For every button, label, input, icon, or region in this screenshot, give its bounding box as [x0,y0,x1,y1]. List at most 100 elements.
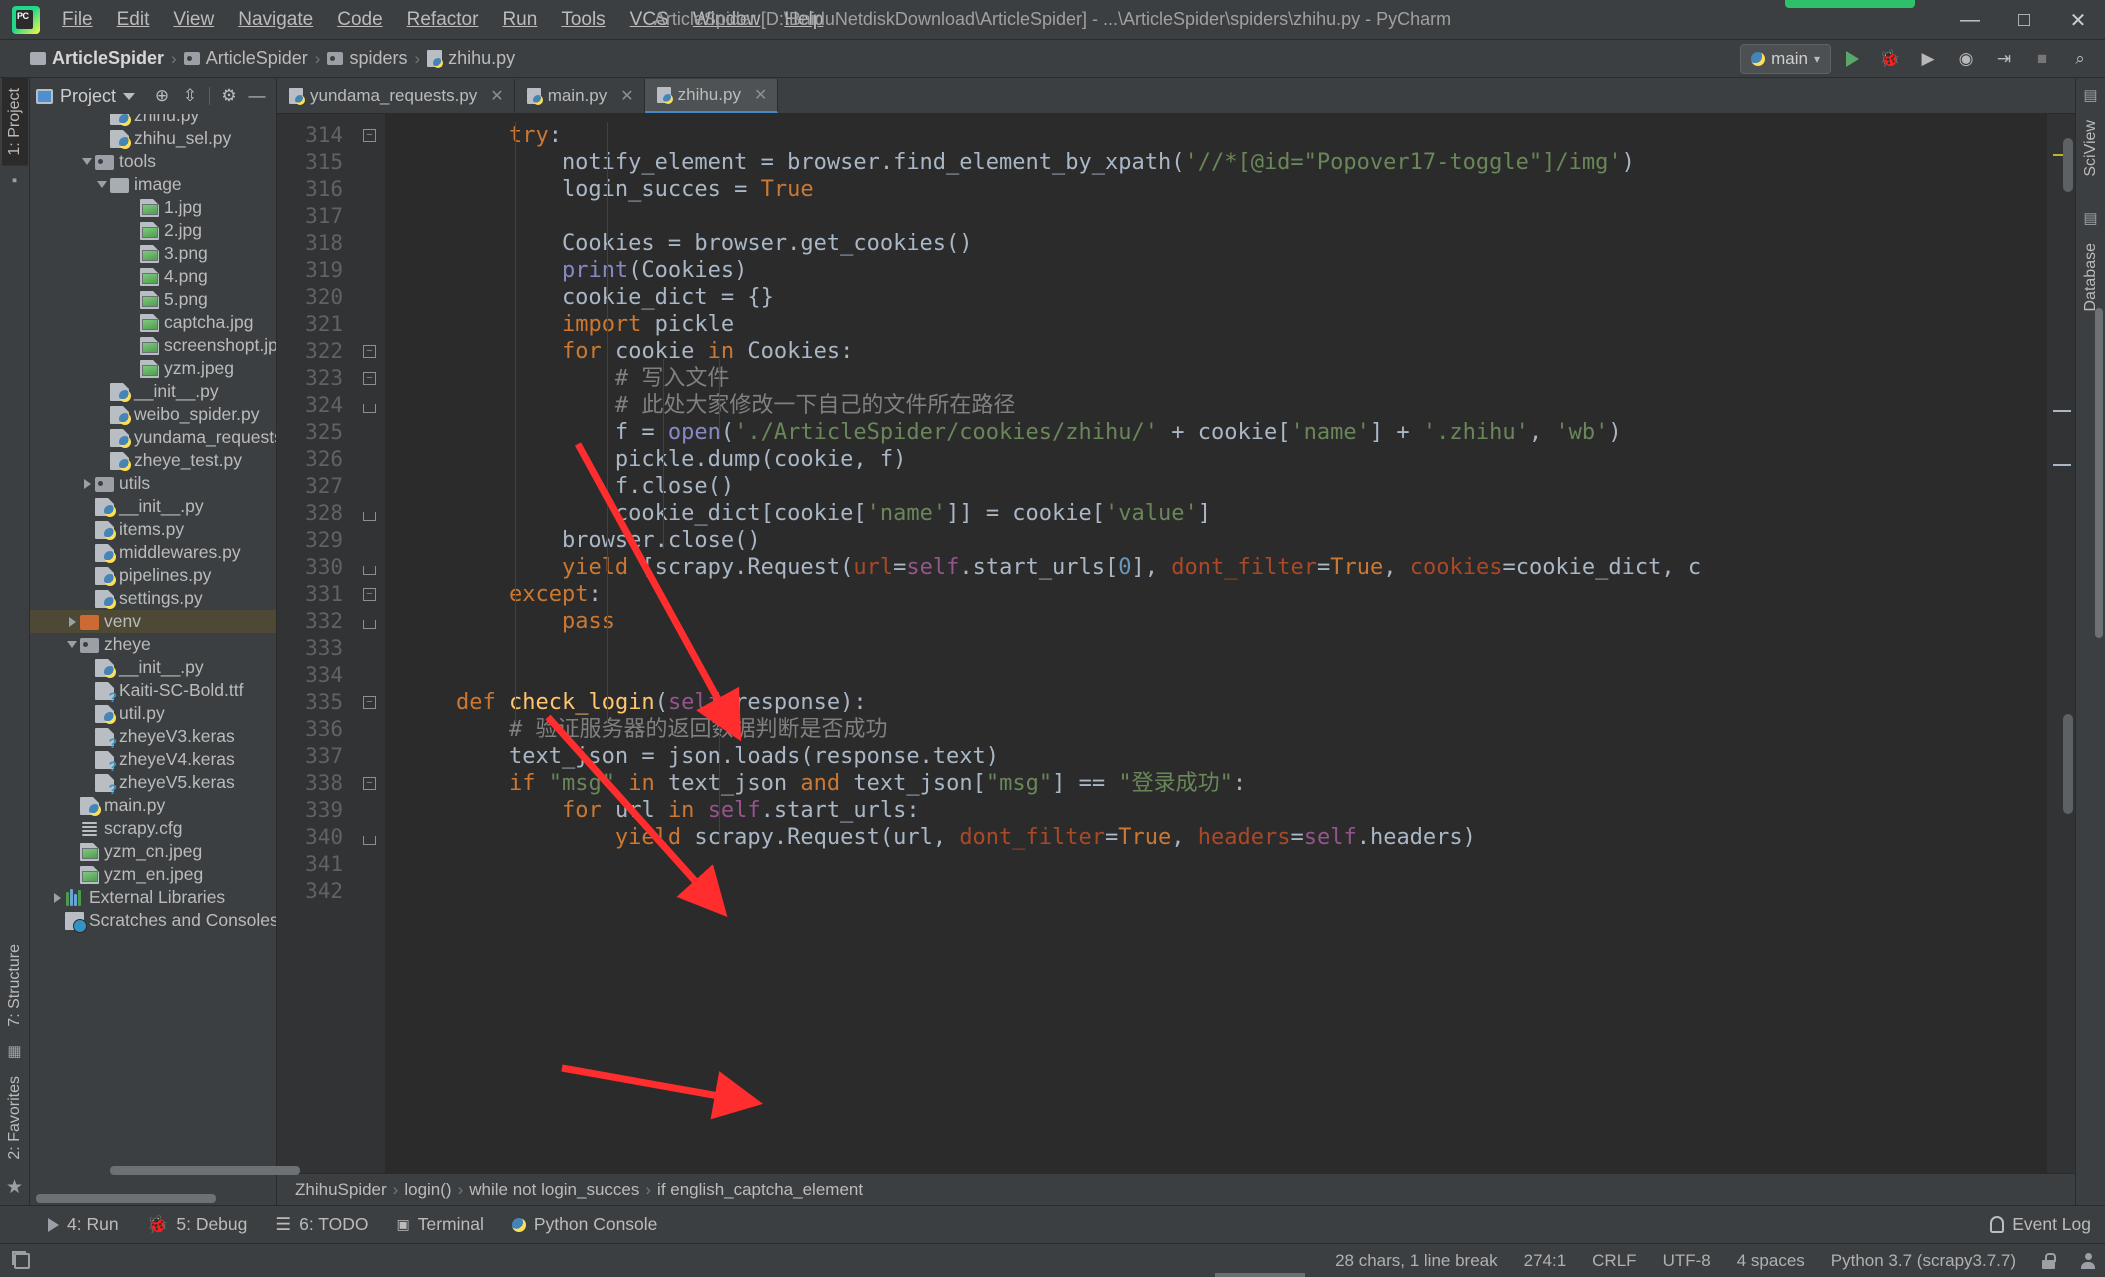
tree-item[interactable]: tools [30,150,276,173]
code-line[interactable]: cookie_dict[cookie['name']] = cookie['va… [385,500,2047,527]
debug-button[interactable]: 🐞 [1873,43,1907,75]
stop-button[interactable]: ■ [2025,43,2059,75]
code-line[interactable]: cookie_dict = {} [385,284,2047,311]
tree-item[interactable]: util.py [30,702,276,725]
menu-view[interactable]: View [161,5,226,35]
code-line[interactable]: pickle.dump(cookie, f) [385,446,2047,473]
code-line[interactable]: import pickle [385,311,2047,338]
indent-setting[interactable]: 4 spaces [1737,1251,1805,1271]
collapse-arrow-icon[interactable] [64,641,80,648]
code-line[interactable]: f = open('./ArticleSpider/cookies/zhihu/… [385,419,2047,446]
tab-terminal[interactable]: ▣ Terminal [382,1210,497,1239]
menu-vcs[interactable]: VCS [618,5,681,35]
tree-item[interactable]: 1.jpg [30,196,276,219]
expand-arrow-icon[interactable] [49,892,65,903]
database-icon[interactable]: ▤ [2083,209,2097,227]
tree-item[interactable]: zheyeV4.keras [30,748,276,773]
sidebar-item-project[interactable]: 1: Project [1,78,28,166]
code-line[interactable]: login_succes = True [385,176,2047,203]
code-line[interactable]: # 验证服务器的返回数据判断是否成功 [385,716,2047,743]
code-line[interactable]: for cookie in Cookies: [385,338,2047,365]
tree-item[interactable]: utils [30,472,276,495]
collapse-all-icon[interactable]: ⇳ [177,83,203,109]
code-text[interactable]: try: notify_element = browser.find_eleme… [385,114,2047,1173]
code-line[interactable]: print(Cookies) [385,257,2047,284]
code-line[interactable]: yield scrapy.Request(url, dont_filter=Tr… [385,824,2047,851]
editor-tab-bar[interactable]: yundama_requests.py ✕ main.py ✕ zhihu.py ✕ [277,78,2075,114]
menu-window[interactable]: Window [681,5,773,35]
structure-strip-icon[interactable]: ▦ [7,1042,21,1060]
project-tree-hscrollbar[interactable] [36,1194,216,1203]
maximize-button[interactable]: □ [1997,0,2051,40]
menu-run[interactable]: Run [490,5,549,35]
fold-end-icon[interactable] [363,512,376,521]
collapse-arrow-icon[interactable] [94,181,110,188]
close-icon[interactable]: ✕ [620,86,633,106]
tree-item[interactable]: yundama_requests.py [30,426,276,449]
breadcrumb-item-spiders[interactable]: spiders [327,48,407,69]
locate-icon[interactable]: ⊕ [149,83,175,109]
code-line[interactable]: for url in self.start_urls: [385,797,2047,824]
close-button[interactable]: ✕ [2051,0,2105,40]
tree-item[interactable]: Kaiti-SC-Bold.ttf [30,679,276,704]
tree-item[interactable]: 3.png [30,242,276,265]
menu-code[interactable]: Code [325,5,394,35]
line-separator[interactable]: CRLF [1592,1251,1636,1271]
attach-button[interactable]: ⇥ [1987,43,2021,75]
tree-item[interactable]: yzm.jpeg [30,357,276,380]
search-everywhere-button[interactable]: ⌕ [2063,43,2097,75]
close-icon[interactable]: ✕ [754,85,767,105]
code-line[interactable]: except: [385,581,2047,608]
python-interpreter[interactable]: Python 3.7 (scrapy3.7.7) [1831,1251,2016,1271]
project-tree[interactable]: zhihu.py zhihu_sel.py tools image 1.jpg 2.jpg… [30,114,276,1205]
tree-item[interactable]: zheye_test.py [30,449,276,472]
breadcrumb-item-file[interactable]: zhihu.py [427,48,515,69]
menu-navigate[interactable]: Navigate [226,5,325,35]
tree-item[interactable]: settings.py [30,587,276,610]
run-configuration-selector[interactable]: main ▾ [1740,43,1831,74]
toggle-toolwindows-icon[interactable] [12,1250,30,1269]
fold-collapse-icon[interactable]: − [363,372,376,385]
sciview-grid-icon[interactable]: ▤ [2083,86,2097,104]
code-line[interactable]: try: [385,122,2047,149]
menu-edit[interactable]: Edit [105,5,162,35]
tree-item[interactable]: weibo_spider.py [30,403,276,426]
tree-item[interactable]: yzm_en.jpeg [30,863,276,886]
code-line[interactable]: notify_element = browser.find_element_by… [385,149,2047,176]
sidebar-item-sciview[interactable]: SciView [2078,110,2104,187]
fold-marker-slot[interactable]: − [355,689,385,716]
sidebar-item-favorites[interactable]: 2: Favorites [2,1066,28,1170]
editor-crumb-2[interactable]: while not login_succes [469,1180,639,1200]
gear-icon[interactable]: ⚙ [216,83,242,109]
fold-end-icon[interactable] [363,404,376,413]
editor-crumb-3[interactable]: if english_captcha_element [657,1180,863,1200]
person-icon[interactable] [2081,1252,2095,1269]
fold-marker-slot[interactable]: − [355,770,385,797]
fold-collapse-icon[interactable]: − [363,696,376,709]
tree-item[interactable]: main.py [30,794,276,817]
tree-item[interactable]: 4.png [30,265,276,288]
code-line[interactable] [385,662,2047,689]
code-line[interactable]: def check_login(self,response): [385,689,2047,716]
fold-end-icon[interactable] [363,566,376,575]
code-line[interactable]: if "msg" in text_json and text_json["msg… [385,770,2047,797]
fold-end-icon[interactable] [363,836,376,845]
tab-todo[interactable]: ☰ 6: TODO [261,1210,382,1239]
menu-help[interactable]: Help [772,5,835,35]
run-coverage-button[interactable]: ▶ [1911,43,1945,75]
expand-arrow-icon[interactable] [79,478,95,489]
star-icon[interactable]: ★ [6,1176,23,1199]
run-button[interactable] [1835,43,1869,75]
code-line[interactable] [385,878,2047,905]
breadcrumb-item-module[interactable]: ArticleSpider [183,48,308,69]
tab-python-console[interactable]: Python Console [498,1210,672,1239]
sidebar-item-structure[interactable]: 7: Structure [2,934,28,1037]
tab-debug[interactable]: 🐞 5: Debug [133,1210,262,1239]
breadcrumb-item-project[interactable]: ArticleSpider [30,48,164,69]
sidebar-item-database[interactable]: Database [2078,233,2104,322]
tree-item[interactable]: yzm_cn.jpeg [30,840,276,863]
minimize-button[interactable]: — [1943,0,1997,40]
profile-button[interactable]: ◉ [1949,43,1983,75]
code-line[interactable]: pass [385,608,2047,635]
menu-tools[interactable]: Tools [549,5,617,35]
